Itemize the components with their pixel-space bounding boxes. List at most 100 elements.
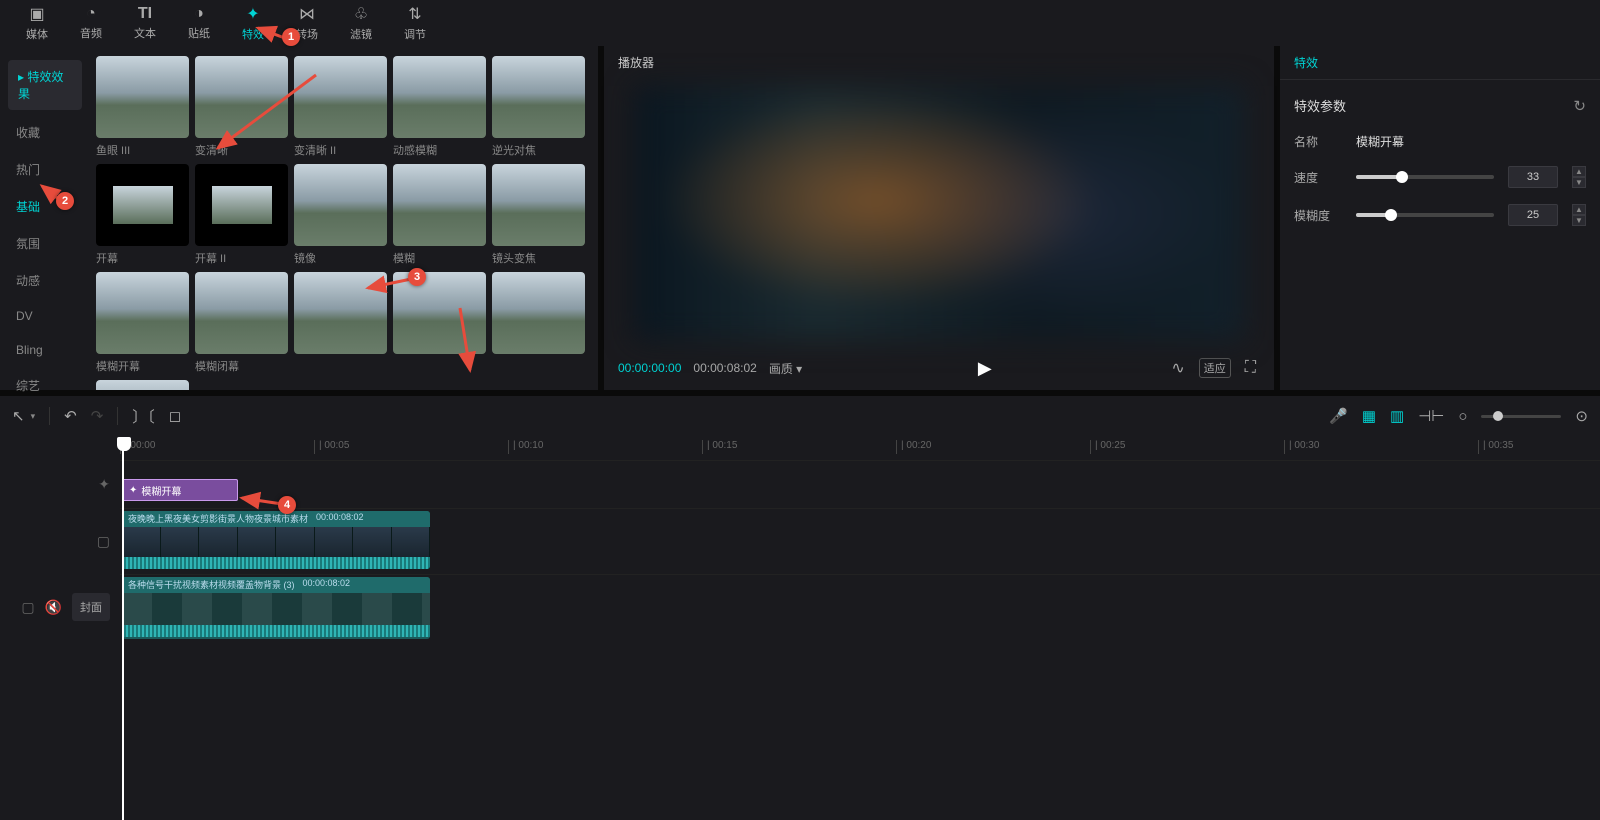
overlay-lock-icon[interactable]: ▢ <box>21 599 34 616</box>
effect-thumb[interactable] <box>393 272 486 354</box>
align-icon[interactable]: ⊣⊢ <box>1418 407 1444 425</box>
adjust-icon: ⇅ <box>408 4 421 24</box>
category-dv[interactable]: DV <box>0 299 90 333</box>
effect-track[interactable]: ✦ 模糊开幕 <box>120 460 1600 508</box>
fit-button[interactable]: 适应 <box>1199 358 1231 378</box>
blur-slider[interactable] <box>1356 213 1494 217</box>
effect-item[interactable]: 模糊闭幕 <box>195 272 288 374</box>
effect-item[interactable] <box>294 272 387 374</box>
blur-down[interactable]: ▼ <box>1572 215 1586 226</box>
effect-thumb[interactable] <box>195 272 288 354</box>
video-clip-2[interactable]: 各种信号干扰视频素材视频覆盖物背景 (3) 00:00:08:02 <box>122 577 430 639</box>
tab-adjust[interactable]: ⇅调节 <box>388 1 442 45</box>
effect-item[interactable]: 镜像 <box>294 164 387 266</box>
effect-clip[interactable]: ✦ 模糊开幕 <box>122 479 238 501</box>
tab-sticker[interactable]: ◑贴纸 <box>172 1 226 45</box>
speed-slider[interactable] <box>1356 175 1494 179</box>
undo-button[interactable]: ↶ <box>64 407 77 425</box>
tab-text[interactable]: TI文本 <box>118 1 172 45</box>
effect-item[interactable]: 模糊 <box>393 164 486 266</box>
effect-thumb[interactable] <box>393 164 486 246</box>
category-favorite[interactable]: 收藏 <box>0 114 90 151</box>
mute-icon[interactable]: 🔇 <box>45 599 62 616</box>
ruler-tick: | 00:05 <box>314 440 349 454</box>
ruler-tick: | 00:35 <box>1478 440 1513 454</box>
video-preview <box>634 86 1244 340</box>
reset-button[interactable]: ↻ <box>1573 97 1586 115</box>
effect-track-icon[interactable]: ✦ <box>98 476 110 493</box>
category-header[interactable]: ▸ 特效效果 <box>8 60 82 110</box>
magnet-sub-icon[interactable]: ▥ <box>1390 407 1404 425</box>
effect-thumb[interactable] <box>195 164 288 246</box>
cursor-dropdown[interactable]: ▾ <box>31 411 36 422</box>
playhead[interactable] <box>122 440 124 820</box>
effect-thumb[interactable] <box>294 272 387 354</box>
quality-button[interactable]: 画质 ▾ <box>769 360 802 377</box>
effect-thumb[interactable] <box>96 164 189 246</box>
category-variety[interactable]: 综艺 <box>0 367 90 404</box>
effect-item[interactable]: 模糊开幕 <box>96 272 189 374</box>
play-button[interactable]: ▶ <box>978 358 992 379</box>
effect-item[interactable]: 开幕 <box>96 164 189 266</box>
category-hot[interactable]: 热门 <box>0 151 90 188</box>
effect-thumb[interactable] <box>96 272 189 354</box>
effect-thumb[interactable] <box>294 56 387 138</box>
effect-thumb[interactable] <box>492 56 585 138</box>
split-tool[interactable]: 〕〔 <box>132 406 155 427</box>
effect-item[interactable]: 开幕 II <box>195 164 288 266</box>
lock-icon[interactable]: ▢ <box>97 533 110 550</box>
speed-down[interactable]: ▼ <box>1572 177 1586 188</box>
tab-filter[interactable]: ♧滤镜 <box>334 1 388 45</box>
effect-thumb[interactable] <box>96 56 189 138</box>
effect-item[interactable]: 变清晰 <box>195 56 288 158</box>
mic-icon[interactable]: 🎤 <box>1329 407 1348 425</box>
crop-tool[interactable]: ◻ <box>169 407 181 425</box>
effect-item[interactable]: ⬇ <box>96 380 189 390</box>
zoom-slider[interactable] <box>1481 415 1561 418</box>
effect-item[interactable]: 镜头变焦 <box>492 164 585 266</box>
effect-thumb[interactable] <box>492 272 585 354</box>
effect-thumb[interactable] <box>393 56 486 138</box>
effect-item[interactable]: 鱼眼 III <box>96 56 189 158</box>
timeline-toolbar: ↖ ▾ ↶ ↷ 〕〔 ◻ 🎤 ▦ ▥ ⊣⊢ ○ ⊙ <box>0 396 1600 436</box>
category-dynamic[interactable]: 动感 <box>0 262 90 299</box>
tab-transition[interactable]: ⋈转场 <box>280 1 334 45</box>
player-viewport[interactable] <box>604 80 1274 346</box>
props-tab-effects[interactable]: 特效 <box>1280 46 1600 80</box>
blur-input[interactable]: 25 <box>1508 204 1558 226</box>
video-clip-1[interactable]: 夜晚晚上黑夜美女剪影街景人物夜景城市素材 00:00:08:02 <box>122 511 430 569</box>
effect-label: 模糊闭幕 <box>195 358 288 374</box>
waveform-icon[interactable]: ∿ <box>1167 357 1188 379</box>
player-title: 播放器 <box>604 46 1274 80</box>
timeline-ruler[interactable]: | 00:00| 00:05| 00:10| 00:15| 00:20| 00:… <box>120 436 1600 460</box>
effect-item[interactable]: 变清晰 II <box>294 56 387 158</box>
category-ambiance[interactable]: 氛围 <box>0 225 90 262</box>
cursor-tool[interactable]: ↖ <box>12 407 25 425</box>
redo-button[interactable]: ↷ <box>91 407 104 425</box>
tab-media[interactable]: ▣媒体 <box>10 1 64 45</box>
effect-thumb[interactable] <box>492 164 585 246</box>
effect-item[interactable]: 动感模糊 <box>393 56 486 158</box>
effect-thumb[interactable] <box>195 56 288 138</box>
magnet-main-icon[interactable]: ▦ <box>1362 407 1376 425</box>
tab-effects[interactable]: ✦特效 <box>226 1 280 45</box>
speed-up[interactable]: ▲ <box>1572 166 1586 177</box>
effect-thumb[interactable]: ⬇ <box>96 380 189 390</box>
effect-item[interactable]: 逆光对焦 <box>492 56 585 158</box>
effect-label: 模糊开幕 <box>96 358 189 374</box>
category-basic[interactable]: 基础 <box>0 188 90 225</box>
category-bling[interactable]: Bling <box>0 333 90 367</box>
video-track-1[interactable]: 夜晚晚上黑夜美女剪影街景人物夜景城市素材 00:00:08:02 <box>120 508 1600 574</box>
effect-item[interactable] <box>393 272 486 374</box>
effect-thumb[interactable] <box>294 164 387 246</box>
zoom-out-icon[interactable]: ○ <box>1458 408 1467 425</box>
effect-item[interactable] <box>492 272 585 374</box>
video-track-2[interactable]: 各种信号干扰视频素材视频覆盖物背景 (3) 00:00:08:02 <box>120 574 1600 640</box>
blur-up[interactable]: ▲ <box>1572 204 1586 215</box>
cover-button[interactable]: 封面 <box>72 593 110 621</box>
zoom-fit-icon[interactable]: ⊙ <box>1575 407 1588 425</box>
fullscreen-icon[interactable]: ⛶ <box>1241 358 1260 378</box>
timeline-content[interactable]: | 00:00| 00:05| 00:10| 00:15| 00:20| 00:… <box>120 436 1600 820</box>
speed-input[interactable]: 33 <box>1508 166 1558 188</box>
tab-audio[interactable]: ◔音频 <box>64 1 118 45</box>
